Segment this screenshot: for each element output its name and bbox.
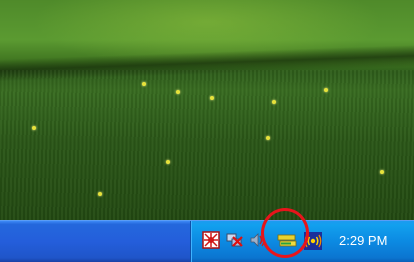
antivirus-icon[interactable] — [202, 231, 220, 249]
wallpaper-flower — [210, 96, 214, 100]
wallpaper-flower — [272, 100, 276, 104]
wallpaper-flower — [380, 170, 384, 174]
taskbar: 2:29 PM — [0, 220, 414, 262]
wallpaper-flower — [142, 82, 146, 86]
wallpaper-flower — [176, 90, 180, 94]
wallpaper-flower — [98, 192, 102, 196]
wallpaper-flower — [324, 88, 328, 92]
wallpaper-flower — [166, 160, 170, 164]
wallpaper-flower — [32, 126, 36, 130]
highlight-circle — [261, 208, 309, 258]
wallpaper-grass-texture — [0, 70, 414, 220]
clock[interactable]: 2:29 PM — [339, 233, 387, 248]
desktop-wallpaper — [0, 0, 414, 220]
network-disconnected-icon[interactable] — [225, 231, 243, 249]
wallpaper-flower — [266, 136, 270, 140]
